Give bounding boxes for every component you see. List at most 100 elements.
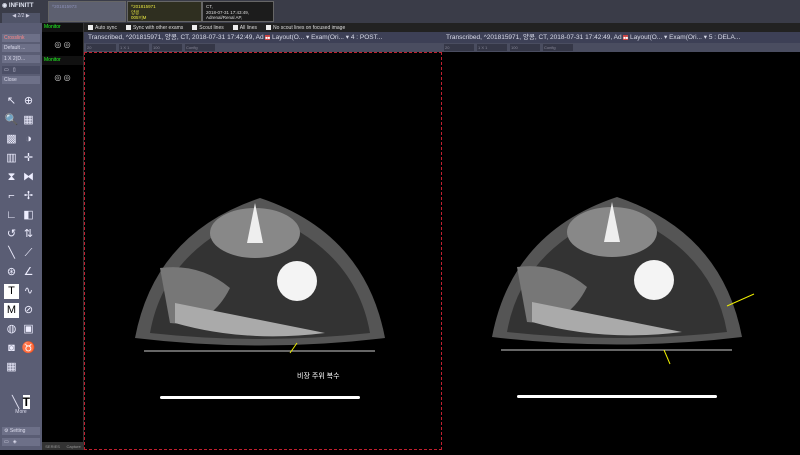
- grid-field[interactable]: 1 X 1: [119, 44, 149, 51]
- flip-horizontal-icon[interactable]: ⧓: [21, 170, 36, 185]
- view-buttons[interactable]: ▭ ▯: [2, 66, 40, 74]
- more-panel[interactable]: ╲ T More: [3, 395, 39, 427]
- capture-icon[interactable]: ◙: [4, 341, 19, 356]
- left-toolbar: Crosslink Default ... 1 X 2(D... ▭ ▯ Clo…: [0, 23, 42, 450]
- sync-bar: Auto sync Sync with other exams Scout li…: [84, 23, 800, 32]
- viewport-2[interactable]: [442, 52, 800, 450]
- crosshair-icon[interactable]: ✛: [21, 151, 36, 166]
- top-bar: ◉ INFINITT ◀ 2/2 ▶ ^201815973 ^201815971…: [0, 0, 800, 23]
- close-button[interactable]: Close: [2, 76, 40, 84]
- close-label: Close: [4, 77, 17, 83]
- rotate-icon[interactable]: ⇅: [21, 227, 36, 242]
- exam-dropdown[interactable]: Exam(Ori...: [669, 34, 702, 41]
- pager[interactable]: ◀ 2/2 ▶: [2, 13, 40, 23]
- exam-tab-2[interactable]: ^201815971 양콩 005Y|M: [127, 1, 202, 22]
- pan-icon[interactable]: ✢: [21, 189, 36, 204]
- grid-icon[interactable]: ▦: [4, 360, 19, 375]
- save-icon[interactable]: ▣: [21, 322, 36, 337]
- angle-icon[interactable]: ∠: [21, 265, 36, 280]
- tab-extra: Adrenal/Renal AP,: [206, 15, 243, 20]
- thumbnail-panel: Monitor ◎ ◎ Monitor ◎ ◎ SERIES Capture: [42, 23, 84, 450]
- no-scout-checkbox[interactable]: No scout lines on focused image: [265, 24, 346, 31]
- text-tool-icon: ╲ T: [12, 395, 30, 409]
- key-image-icon[interactable]: ◍: [4, 322, 19, 337]
- no-scout-label: No scout lines on focused image: [272, 24, 346, 31]
- roi-icon[interactable]: ⊛: [4, 265, 19, 280]
- image-annotation: 비장 주위 복수: [297, 373, 340, 380]
- ruler-box-icon[interactable]: ▥: [4, 151, 19, 166]
- config-field[interactable]: Config: [185, 44, 215, 51]
- pager-text: 2/2: [17, 13, 25, 19]
- config-field[interactable]: Config: [543, 44, 573, 51]
- study-info: Transcribed, ^201815971, 양콩, CT, 2018-07…: [446, 34, 622, 41]
- text-icon[interactable]: T: [4, 284, 19, 299]
- sync-other-checkbox[interactable]: Sync with other exams: [125, 24, 184, 31]
- layout-select-1[interactable]: Default ...: [2, 44, 40, 52]
- layout-dropdown[interactable]: Layout(O...: [630, 34, 662, 41]
- tool-grid: ↖ ⊕ 🔍 ▦ ▩ ◑ ▥ ✛ ⧗ ⧓ ⌐ ✢ ∟ ◧ ↺ ⇅ ╲ ⟋ ⊛ ∠ T ∿ M ⊘ ◍ ▣ ◙…: [3, 91, 39, 376]
- exam-tab-3[interactable]: CT, 2018-07-31 17:43:49, Adrenal/Renal AP,: [202, 1, 274, 22]
- thickness-field[interactable]: 20: [444, 44, 474, 51]
- line-icon[interactable]: ╲: [4, 246, 19, 261]
- viewport-1[interactable]: 비장 주위 복수: [84, 52, 442, 450]
- crosslink-label: Crosslink: [4, 35, 25, 41]
- roi-box-icon[interactable]: ▩: [4, 132, 19, 147]
- viewport-1-toolbar: 20 1 X 1 100 Config: [84, 43, 442, 52]
- thumbnail-row-1[interactable]: ◎ ◎: [42, 32, 83, 56]
- lungs-icon[interactable]: ♉: [21, 341, 36, 356]
- rotate-left-icon[interactable]: ↺: [4, 227, 19, 242]
- crop-icon[interactable]: ⌐: [4, 189, 19, 204]
- zoom-icon[interactable]: ⊕: [21, 94, 36, 109]
- exam-dropdown[interactable]: Exam(Ori...: [311, 34, 344, 41]
- tab-extra: 005Y|M: [131, 15, 147, 20]
- app-logo: ◉ INFINITT: [2, 3, 34, 9]
- layout-select-2[interactable]: 1 X 2(D...: [2, 55, 40, 63]
- thumbnail-row-2[interactable]: ◎ ◎: [42, 65, 83, 89]
- series-dropdown[interactable]: 5 : DELA...: [709, 34, 740, 41]
- viewport-1-info-bar: Transcribed, ^201815971, 양콩, CT, 2018-07…: [84, 32, 442, 43]
- flip-vertical-icon[interactable]: ⧗: [4, 170, 19, 185]
- circle-icon[interactable]: ⊘: [21, 303, 36, 318]
- contrast-icon[interactable]: ◑: [21, 132, 36, 147]
- viewport-2-toolbar: 20 1 X 1 100 Config: [442, 43, 800, 52]
- exam-tab-1[interactable]: ^201815973: [48, 1, 126, 22]
- more-label: More: [15, 409, 27, 415]
- zoom-field[interactable]: 100: [152, 44, 182, 51]
- series-dropdown[interactable]: 4 : POST...: [351, 34, 382, 41]
- monitor-label-1: Monitor: [42, 23, 83, 32]
- viewport-2-info-bar: Transcribed, ^201815971, 양콩, CT, 2018-07…: [442, 32, 800, 43]
- arrow-icon[interactable]: ↖: [4, 94, 19, 109]
- bottom-buttons[interactable]: ▭ ◈: [2, 438, 40, 446]
- all-lines-checkbox[interactable]: All lines: [232, 24, 257, 31]
- layout1-label: Default ...: [4, 45, 26, 51]
- series-tab[interactable]: SERIES: [45, 444, 60, 449]
- layout-dropdown[interactable]: Layout(O...: [272, 34, 304, 41]
- sync-other-label: Sync with other exams: [132, 24, 184, 31]
- marker-icon[interactable]: M: [4, 303, 19, 318]
- all-lines-label: All lines: [239, 24, 257, 31]
- auto-sync-label: Auto sync: [95, 24, 117, 31]
- study-info: Transcribed, ^201815971, 양콩, CT, 2018-07…: [88, 34, 264, 41]
- thickness-field[interactable]: 20: [86, 44, 116, 51]
- freehand-icon[interactable]: ∿: [21, 284, 36, 299]
- logo-text: INFINITT: [8, 3, 34, 9]
- tab-id: ^201815973: [52, 4, 77, 9]
- auto-sync-checkbox[interactable]: Auto sync: [88, 25, 117, 31]
- layout2-label: 1 X 2(D...: [4, 56, 26, 62]
- scout-lines-checkbox[interactable]: Scout lines: [192, 24, 224, 31]
- capture-tab[interactable]: Capture: [66, 444, 80, 449]
- setting-label: Setting: [9, 428, 26, 434]
- measure-icon[interactable]: ⟋: [21, 246, 36, 261]
- reset-icon[interactable]: ∟: [4, 208, 19, 223]
- ct-image-1: [135, 198, 385, 399]
- setting-button[interactable]: ⚙ Setting: [2, 427, 40, 435]
- crosslink-button[interactable]: Crosslink: [2, 34, 40, 42]
- invert-icon[interactable]: ◧: [21, 208, 36, 223]
- window-icon[interactable]: ▦: [21, 113, 36, 128]
- scout-label: Scout lines: [199, 24, 224, 31]
- zoom-field[interactable]: 100: [510, 44, 540, 51]
- ct-image-2: [492, 197, 755, 398]
- magnifier-icon[interactable]: 🔍: [4, 113, 19, 128]
- grid-field[interactable]: 1 X 1: [477, 44, 507, 51]
- monitor-label-2: Monitor: [42, 56, 83, 65]
